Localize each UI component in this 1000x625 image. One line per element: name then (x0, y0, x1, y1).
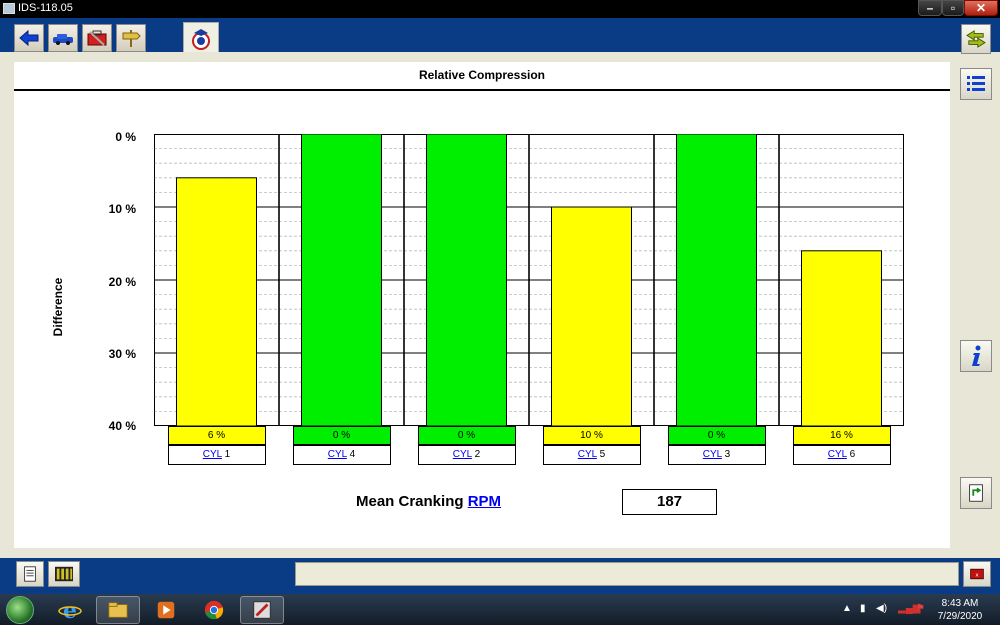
taskbar-ie[interactable]: e (48, 596, 92, 624)
y-axis-label: Difference (51, 277, 65, 337)
value-cell: 0 % (667, 426, 766, 445)
minimize-button[interactable]: – (918, 0, 942, 16)
battery-button[interactable] (48, 561, 80, 587)
bar-cyl-1 (176, 177, 257, 426)
volume-icon[interactable]: ◀) (876, 603, 887, 614)
taskbar-explorer[interactable] (96, 596, 140, 624)
battery-pack-icon (55, 566, 73, 582)
status-bar (295, 562, 959, 586)
tab-signpost[interactable] (116, 24, 146, 52)
cyl-link[interactable]: CYL (703, 449, 722, 460)
tab-toolbox[interactable] (82, 24, 112, 52)
swap-button[interactable] (961, 24, 991, 54)
cylinder-label: CYL 6 (792, 445, 891, 465)
value-cell: 0 % (292, 426, 391, 445)
start-button[interactable] (6, 596, 34, 624)
tab-vehicle[interactable] (48, 24, 78, 52)
y-tick-label: 0 % (115, 130, 136, 144)
value-cell: 6 % (167, 426, 266, 445)
cylinder-label: CYL 1 (167, 445, 266, 465)
bar-cyl-4 (301, 134, 382, 426)
cyl-number: 3 (721, 449, 731, 460)
mean-rpm-value: 187 (622, 489, 717, 515)
y-tick-label: 10 % (108, 202, 136, 216)
swap-arrows-icon (966, 30, 986, 48)
stop-icon: x (970, 568, 984, 580)
info-button[interactable] (960, 340, 992, 372)
value-cell: 0 % (417, 426, 516, 445)
internet-explorer-icon: e (58, 598, 82, 622)
cyl-link[interactable]: CYL (828, 449, 847, 460)
svg-text:e: e (63, 598, 77, 622)
app-icon (3, 3, 15, 14)
window-title: IDS-118.05 (18, 2, 73, 14)
toolbar (0, 18, 1000, 54)
cyl-number: 2 (471, 449, 481, 460)
signpost-icon (122, 30, 141, 47)
bar-cyl-3 (676, 134, 757, 426)
cyl-link[interactable]: CYL (578, 449, 597, 460)
notes-button[interactable] (16, 561, 44, 587)
taskbar-chrome[interactable] (192, 596, 236, 624)
page-title: Relative Compression (418, 68, 546, 82)
list-button[interactable] (960, 68, 992, 100)
diagnostic-badge-icon (192, 28, 210, 50)
cyl-number: 4 (346, 449, 356, 460)
notes-icon (24, 566, 36, 582)
clock-time[interactable]: 8:43 AM (930, 598, 990, 609)
file-explorer-icon (108, 602, 128, 618)
chrome-icon (204, 600, 224, 620)
cylinder-label: CYL 4 (292, 445, 391, 465)
cylinder-label: CYL 2 (417, 445, 516, 465)
value-cell: 10 % (542, 426, 641, 445)
title-bar (0, 0, 1000, 18)
title-divider (14, 89, 950, 91)
compression-chart (154, 134, 904, 426)
toolbox-icon (87, 30, 107, 46)
ids-app-icon (253, 601, 271, 619)
cylinder-label: CYL 3 (667, 445, 766, 465)
y-tick-label: 40 % (108, 419, 136, 433)
cylinder-label: CYL 5 (542, 445, 641, 465)
cyl-link[interactable]: CYL (328, 449, 347, 460)
tray-expand-icon[interactable]: ▲ (842, 603, 852, 614)
cyl-link[interactable]: CYL (203, 449, 222, 460)
tab-back[interactable] (14, 24, 44, 52)
close-button[interactable]: ✕ (964, 0, 998, 16)
taskbar-media[interactable] (144, 596, 188, 624)
stop-button[interactable]: x (963, 561, 991, 587)
maximize-button[interactable]: ▫ (942, 0, 964, 16)
cyl-number: 1 (221, 449, 231, 460)
mean-rpm-label: Mean Cranking RPM (356, 493, 502, 510)
cyl-number: 6 (846, 449, 856, 460)
value-cell: 16 % (792, 426, 891, 445)
bar-cyl-5 (551, 206, 632, 426)
info-icon (972, 345, 981, 366)
clock-date[interactable]: 7/29/2020 (930, 611, 990, 622)
export-button[interactable] (960, 477, 992, 509)
y-tick-label: 30 % (108, 347, 136, 361)
cyl-number: 5 (596, 449, 606, 460)
flag-icon[interactable]: ⚑ (916, 603, 925, 614)
export-icon (969, 484, 983, 502)
media-player-icon (157, 601, 175, 619)
taskbar-ids[interactable] (240, 596, 284, 624)
vehicle-icon (53, 34, 73, 45)
bar-cyl-6 (801, 250, 882, 426)
rpm-link[interactable]: RPM (468, 493, 501, 510)
list-icon (967, 76, 985, 91)
battery-icon: ▮ (860, 603, 866, 614)
cyl-link[interactable]: CYL (453, 449, 472, 460)
blue-arrow-icon (19, 29, 39, 47)
y-tick-label: 20 % (108, 275, 136, 289)
tab-diagnostics[interactable] (183, 22, 219, 54)
bar-cyl-2 (426, 134, 507, 426)
